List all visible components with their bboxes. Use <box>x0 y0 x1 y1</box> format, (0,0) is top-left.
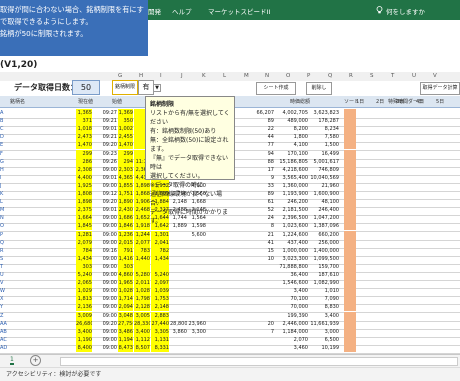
tooltip-line: データ取得に時間がかかります。 <box>150 209 229 225</box>
limit-label: 銘柄制限 <box>112 80 138 95</box>
create-sheet-button[interactable]: シート作成 <box>256 82 296 95</box>
validation-tooltip: 銘柄制限 リストから有/無を選択してください 有：銘柄数制限(50)あり 無：全… <box>145 96 235 225</box>
column-letter[interactable]: Q <box>328 73 332 79</box>
table-cell[interactable] <box>170 344 187 352</box>
tooltip-line: 無：全銘柄数(50)に設定されます。 <box>150 137 229 153</box>
header-day: 2日 <box>376 99 385 105</box>
table-cell[interactable] <box>239 344 255 352</box>
table-cell[interactable]: 8,400 <box>76 343 92 352</box>
table-cell[interactable]: 8,473 <box>118 343 133 352</box>
column-letter[interactable]: I <box>160 73 162 79</box>
table-cell[interactable]: 8,331 <box>151 343 169 352</box>
table-cell[interactable] <box>62 344 74 352</box>
header-day: 4日 <box>416 99 425 105</box>
column-letter[interactable]: J <box>181 73 183 79</box>
table-cell[interactable]: 09:00 <box>93 344 117 352</box>
column-letter[interactable]: V <box>433 73 437 79</box>
callout-line: 銘柄が50に制限されます。 <box>0 29 88 38</box>
column-letter[interactable]: G <box>118 73 122 79</box>
lightbulb-icon <box>376 6 383 14</box>
header-day: 5日 <box>436 99 445 105</box>
column-letter[interactable]: L <box>223 73 226 79</box>
tooltip-line: 『無』でデータ取得できない時は <box>150 155 229 171</box>
calc-data-button[interactable]: 取得データ計算 <box>420 82 460 95</box>
column-letter[interactable]: O <box>286 73 290 79</box>
tooltip-line: 通信回線環境が良くない場合、 <box>150 191 223 207</box>
menu-help[interactable]: ヘルプ <box>172 6 192 16</box>
column-letter[interactable]: K <box>202 73 206 79</box>
column-letter[interactable]: N <box>265 73 269 79</box>
table-cell[interactable]: 3,460 <box>276 344 308 352</box>
tooltip-title: 銘柄制限 <box>150 101 175 108</box>
callout-line: 取得が間に合わない場合、銘柄制限を有にす <box>0 5 144 14</box>
table-cell[interactable] <box>256 344 274 352</box>
table-cell[interactable]: 8,507 <box>134 343 150 352</box>
column-letter[interactable]: R <box>349 73 353 79</box>
instruction-callout: 取得が間に合わない場合、銘柄制限を有にす で取得できるようにします。 銘柄が50… <box>0 0 148 56</box>
header-name: 銘柄名 <box>10 99 26 105</box>
menu-market-speed[interactable]: マーケットスピードII <box>208 6 270 16</box>
tell-me-search[interactable]: 何をしますか <box>386 6 425 16</box>
header-open: 始値 <box>112 99 123 105</box>
sheet-tab[interactable]: 1 <box>10 356 14 365</box>
table-cell[interactable] <box>224 344 238 352</box>
version-label: (V1,20) <box>0 60 38 70</box>
add-sheet-icon[interactable]: + <box>30 355 41 366</box>
column-letter[interactable]: P <box>307 73 310 79</box>
header-day: 3日 <box>396 99 405 105</box>
table-cell[interactable]: 10,199 <box>309 344 340 352</box>
column-letter[interactable]: H <box>139 73 143 79</box>
table-cell[interactable] <box>188 344 206 352</box>
tooltip-line: 有：銘柄数制限(50)あり <box>150 128 217 135</box>
column-letter[interactable]: U <box>412 73 416 79</box>
header-price: 現在値 <box>78 99 94 105</box>
sort-cell[interactable] <box>344 343 356 352</box>
stock-name[interactable]: AD <box>0 344 60 352</box>
limit-select[interactable]: 有 <box>138 80 154 95</box>
tooltip-line: リストから有/無を選択してください <box>150 110 230 126</box>
column-letter[interactable]: S <box>370 73 374 79</box>
tooltip-line: ※データ取得の時に <box>150 182 204 189</box>
delete-button[interactable]: 削除し <box>306 82 332 95</box>
header-day: 1日 <box>356 99 365 105</box>
table-row[interactable]: AD 8,400 09:00 8,473 8,507 8,331 3,460 10,199 <box>0 343 460 354</box>
header-mktcap: 時価総額 <box>290 99 311 105</box>
horizontal-scrollbar[interactable] <box>60 357 458 366</box>
table-cell[interactable] <box>207 344 223 352</box>
menu-developer[interactable]: 開発 <box>148 6 161 16</box>
callout-line: で取得できるようにします。 <box>0 17 93 26</box>
tooltip-line: 選択してください。 <box>150 173 204 180</box>
accessibility-status: アクセシビリティ：検討が必要です <box>6 371 102 378</box>
column-letter[interactable]: M <box>244 73 249 79</box>
chevron-down-icon[interactable]: ▼ <box>153 84 161 92</box>
days-label: データ取得日数： <box>14 83 78 92</box>
column-letter[interactable]: T <box>391 73 394 79</box>
days-input[interactable]: 50 <box>72 80 100 95</box>
